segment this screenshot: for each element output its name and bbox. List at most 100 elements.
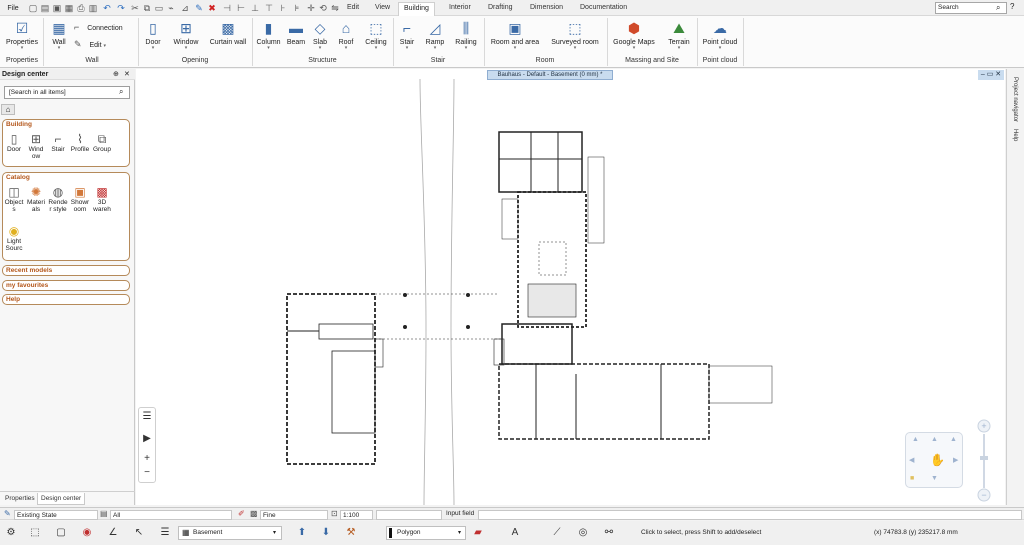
input-value-field[interactable] (376, 510, 442, 520)
pointer-icon[interactable]: ↖ (130, 524, 148, 542)
arrow-down-icon[interactable]: ▼ (931, 475, 938, 482)
window-controls[interactable]: – ▭ ✕ (978, 70, 1004, 80)
paintbrush-icon[interactable]: ⌁ (166, 3, 176, 13)
layer-dropdown[interactable]: All (110, 510, 232, 520)
save-as-icon[interactable]: ▦ (64, 3, 74, 13)
search-icon[interactable]: ⌕ (996, 2, 1006, 14)
roof-button[interactable]: ⌂ Roof ▾ (334, 19, 358, 51)
terrain-button[interactable]: ⛰ Terrain ▾ (664, 19, 694, 51)
beam-button[interactable]: ▬ Beam (284, 19, 308, 46)
move-icon[interactable]: ✛ (306, 3, 316, 13)
close-icon[interactable]: ✕ (124, 70, 130, 78)
menu-documentation[interactable]: Documentation (575, 2, 632, 16)
paste-icon[interactable]: ▭ (154, 3, 164, 13)
match-properties-icon[interactable]: ⊿ (180, 3, 190, 13)
copy-icon[interactable]: ⧉ (142, 3, 152, 13)
settings-gear-icon[interactable]: ⚙ (2, 524, 20, 542)
dc-item-objects[interactable]: ◫ Object s (3, 185, 25, 213)
zoom-out-icon[interactable]: − (139, 466, 155, 480)
dc-item-light-source[interactable]: ◉ Light Sourc (3, 224, 25, 252)
file-menu-button[interactable]: File (2, 1, 24, 15)
offset-icon[interactable]: ⊧ (292, 3, 302, 13)
scale-dropdown[interactable]: 1:100 (340, 510, 373, 520)
zoom-in-icon[interactable]: + (139, 452, 155, 466)
split-icon[interactable]: ⊥ (250, 3, 260, 13)
command-input[interactable] (478, 510, 1022, 520)
select-rectangle-icon[interactable]: ⬚ (26, 524, 44, 542)
connection-button[interactable]: ⌐ Connection (74, 22, 130, 32)
arrow-up-left-icon[interactable]: ▲ (912, 436, 919, 443)
menu-edit[interactable]: Edit (342, 2, 364, 16)
room-and-area-button[interactable]: ▣ Room and area ▾ (487, 19, 543, 51)
dc-item-showroom[interactable]: ▣ Showr oom (69, 185, 91, 213)
storey-down-icon[interactable]: ⬇ (318, 524, 334, 542)
pdf-icon[interactable]: ▥ (88, 3, 98, 13)
tab-help[interactable]: Help (1012, 129, 1018, 141)
menu-building[interactable]: Building (398, 2, 435, 16)
globe-icon[interactable]: ◎ (574, 524, 592, 542)
wall-edit-button[interactable]: ✎ Edit ▾ (74, 39, 130, 50)
section-help[interactable]: Help (2, 294, 130, 305)
cut-icon[interactable]: ✂ (130, 3, 140, 13)
arrow-up-icon[interactable]: ▲ (931, 436, 938, 443)
tab-project-navigator[interactable]: Project navigator (1012, 77, 1018, 122)
document-tab[interactable]: Bauhaus - Default - Basement (0 mm) * (487, 70, 613, 80)
section-my-favourites[interactable]: my favourites (2, 280, 130, 291)
tab-design-center[interactable]: Design center (37, 493, 86, 505)
mirror-icon[interactable]: ⇋ (330, 3, 340, 13)
arrow-left-icon[interactable]: ◀ (909, 456, 914, 464)
door-button[interactable]: ▯ Door ▾ (141, 19, 165, 51)
dc-item-profile[interactable]: ⌇ Profile (69, 132, 91, 153)
dc-item-stair[interactable]: ⌐ Stair (47, 132, 69, 153)
design-center-search-input[interactable]: [Search in all items] (4, 86, 130, 99)
break-icon[interactable]: ⊤ (264, 3, 274, 13)
angle-icon[interactable]: ∠ (104, 524, 122, 542)
tab-properties[interactable]: Properties (2, 493, 38, 505)
wall-button[interactable]: ▦ Wall ▾ (47, 19, 71, 51)
join-icon[interactable]: ⊦ (278, 3, 288, 13)
restore-icon[interactable]: ▭ (987, 71, 994, 78)
minimize-icon[interactable]: – (981, 71, 985, 78)
home-button[interactable]: ⌂ (1, 104, 15, 115)
quality-dropdown[interactable]: Fine (260, 510, 328, 520)
drawing-canvas[interactable] (136, 69, 1005, 506)
stair-button[interactable]: ⌐ Stair ▾ (396, 19, 418, 51)
eyedropper-icon[interactable]: ✎ (194, 3, 204, 13)
storey-up-icon[interactable]: ⬆ (294, 524, 310, 542)
trim-icon[interactable]: ⊣ (222, 3, 232, 13)
dc-item-group[interactable]: ⧉ Group (91, 132, 113, 153)
view-box-icon[interactable]: ■ (910, 475, 914, 482)
railing-button[interactable]: ⫼ Railing ▾ (452, 19, 480, 51)
arrow-up-right-icon[interactable]: ▲ (950, 436, 957, 443)
menu-view[interactable]: View (370, 2, 395, 16)
pin-icon[interactable]: ⊕ (113, 70, 119, 78)
state-dropdown[interactable]: Existing State (14, 510, 98, 520)
menu-interior[interactable]: Interior (444, 2, 476, 16)
search-icon[interactable]: ⌕ (119, 87, 123, 97)
print-icon[interactable]: ⎙ (76, 3, 86, 13)
extend-icon[interactable]: ⊢ (236, 3, 246, 13)
help-icon[interactable]: ? (1010, 2, 1022, 14)
surveyed-room-button[interactable]: ⬚ Surveyed room ▾ (547, 19, 603, 51)
undo-icon[interactable]: ↶ (102, 3, 112, 13)
select-frame-icon[interactable]: ▢ (52, 524, 70, 542)
dc-item-window[interactable]: ⊞ Wind ow (25, 132, 47, 160)
navigation-pad[interactable]: ▲ ▲ ▲ ◀ ✋ ▶ ■ ▼ (905, 432, 963, 488)
connect-icon[interactable]: ⚯ (598, 524, 620, 542)
column-button[interactable]: ▮ Column ▾ (255, 19, 282, 51)
eraser-icon[interactable]: ▰ (470, 524, 486, 542)
open-folder-icon[interactable]: ▤ (40, 3, 50, 13)
section-title[interactable]: Building (3, 120, 129, 130)
storey-list-icon[interactable]: ☰ (156, 524, 174, 542)
dc-item-door[interactable]: ▯ Door (3, 132, 25, 153)
arrow-right-icon[interactable]: ▶ (953, 456, 958, 464)
save-icon[interactable]: ▣ (52, 3, 62, 13)
list-icon[interactable]: ☰ (139, 410, 155, 424)
slab-button[interactable]: ◇ Slab ▾ (309, 19, 331, 51)
zoom-slider[interactable]: + − (977, 418, 991, 504)
window-button[interactable]: ⊞ Window ▾ (170, 19, 202, 51)
pan-hand-icon[interactable]: ✋ (930, 453, 945, 467)
section-title[interactable]: Catalog (3, 173, 129, 183)
storey-dropdown[interactable]: ▦ Basement ▾ (178, 526, 282, 540)
properties-button[interactable]: ☑ Properties ▾ (4, 19, 40, 51)
